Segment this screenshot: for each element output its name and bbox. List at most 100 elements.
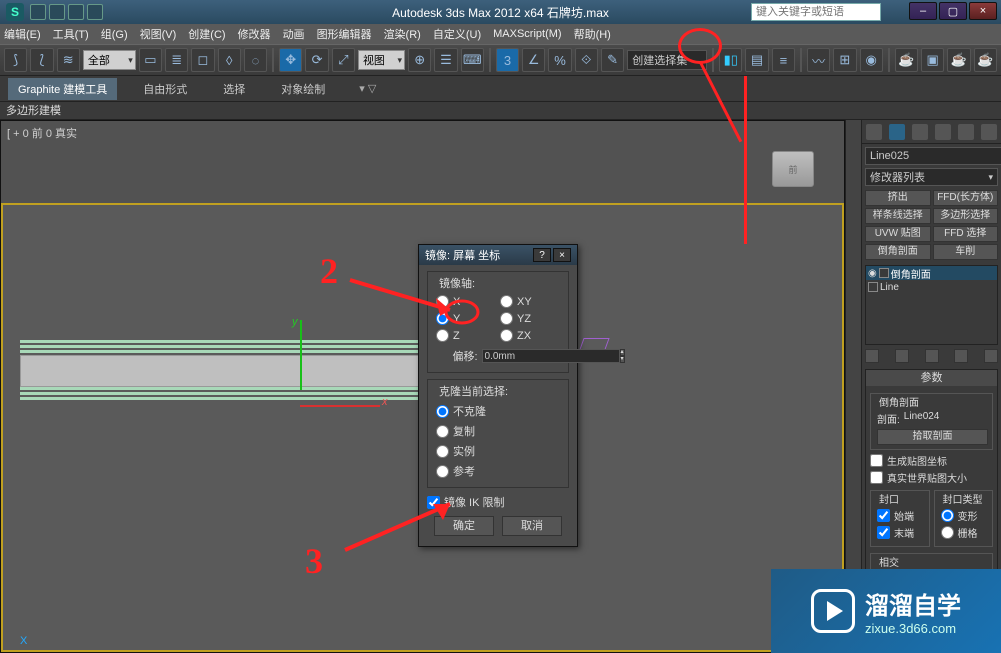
rollout-header[interactable]: 参数 <box>866 370 997 386</box>
select-by-name-icon[interactable]: ≣ <box>165 48 188 72</box>
rotate-icon[interactable]: ⟳ <box>305 48 328 72</box>
mod-btn-poly-sel[interactable]: 多边形选择 <box>933 208 999 224</box>
menu-create[interactable]: 创建(C) <box>188 26 225 42</box>
create-tab-icon[interactable] <box>866 124 882 140</box>
ref-coord-dropdown[interactable]: 视图 <box>358 50 405 70</box>
mirror-ik-checkbox[interactable] <box>427 496 440 509</box>
qat-open-icon[interactable] <box>30 4 46 20</box>
gizmo-y-axis[interactable] <box>300 320 302 390</box>
expand-icon[interactable] <box>868 282 878 292</box>
bulb-icon[interactable]: ◉ <box>868 268 877 279</box>
keyboard-shortcut-icon[interactable]: ⌨ <box>461 48 484 72</box>
qat-undo-icon[interactable] <box>68 4 84 20</box>
axis-zx-radio[interactable] <box>500 329 513 342</box>
rendered-frame-icon[interactable]: ▣ <box>921 48 944 72</box>
modifier-stack[interactable]: ◉ 倒角剖面 Line <box>865 265 998 345</box>
menu-help[interactable]: 帮助(H) <box>574 26 611 42</box>
material-editor-icon[interactable]: ◉ <box>860 48 883 72</box>
menu-animation[interactable]: 动画 <box>283 26 305 42</box>
select-rect-icon[interactable]: ◻ <box>191 48 214 72</box>
tab-graphite[interactable]: Graphite 建模工具 <box>8 78 117 100</box>
menu-graph-editors[interactable]: 图形编辑器 <box>317 26 372 42</box>
cap-grid-radio[interactable] <box>941 526 954 539</box>
mod-btn-spline-sel[interactable]: 样条线选择 <box>865 208 931 224</box>
pick-profile-button[interactable]: 拾取剖面 <box>877 429 988 445</box>
menu-group[interactable]: 组(G) <box>101 26 128 42</box>
pin-stack-icon[interactable] <box>865 349 879 363</box>
menu-views[interactable]: 视图(V) <box>140 26 177 42</box>
maximize-button[interactable]: ▢ <box>939 2 967 20</box>
gen-uv-checkbox[interactable] <box>870 454 883 467</box>
hierarchy-tab-icon[interactable] <box>912 124 928 140</box>
curve-editor-icon[interactable]: 〰 <box>807 48 830 72</box>
minimize-button[interactable]: – <box>909 2 937 20</box>
move-icon[interactable]: ✥ <box>279 48 302 72</box>
schematic-view-icon[interactable]: ⊞ <box>833 48 856 72</box>
modify-tab-icon[interactable] <box>889 124 905 140</box>
scale-icon[interactable]: ⤢ <box>332 48 355 72</box>
selection-filter-dropdown[interactable]: 全部 <box>83 50 136 70</box>
menu-customize[interactable]: 自定义(U) <box>433 26 481 42</box>
mod-btn-uvw-map[interactable]: UVW 贴图 <box>865 226 931 242</box>
use-pivot-icon[interactable]: ⊕ <box>408 48 431 72</box>
select-lasso-icon[interactable]: ◊ <box>218 48 241 72</box>
spinner-down-icon[interactable]: ▾ <box>620 356 625 363</box>
qat-redo-icon[interactable] <box>87 4 103 20</box>
help-search-input[interactable] <box>751 3 881 21</box>
select-object-icon[interactable]: ▭ <box>139 48 162 72</box>
named-selset-input[interactable] <box>627 50 707 70</box>
menu-rendering[interactable]: 渲染(R) <box>384 26 421 42</box>
cap-end-checkbox[interactable] <box>877 526 890 539</box>
render-prod-icon[interactable]: ☕ <box>947 48 970 72</box>
offset-spinner[interactable] <box>482 349 620 363</box>
remove-mod-icon[interactable] <box>954 349 968 363</box>
spinner-snap-icon[interactable]: ⟐ <box>575 48 598 72</box>
layers-icon[interactable]: ≡ <box>772 48 795 72</box>
percent-snap-icon[interactable]: % <box>548 48 571 72</box>
snap-toggle-icon[interactable]: 3 <box>496 48 519 72</box>
menu-tools[interactable]: 工具(T) <box>53 26 89 42</box>
viewport-label[interactable]: [ + 0 前 0 真实 <box>7 125 77 141</box>
mod-btn-lathe[interactable]: 车削 <box>933 244 999 260</box>
unlink-icon[interactable]: ⟅ <box>30 48 53 72</box>
mod-btn-ffd-sel[interactable]: FFD 选择 <box>933 226 999 242</box>
display-tab-icon[interactable] <box>958 124 974 140</box>
menu-edit[interactable]: 编辑(E) <box>4 26 41 42</box>
mod-btn-ffd-box[interactable]: FFD(长方体) <box>933 190 999 206</box>
cap-start-checkbox[interactable] <box>877 509 890 522</box>
mod-btn-extrude[interactable]: 挤出 <box>865 190 931 206</box>
tab-selection[interactable]: 选择 <box>213 78 255 100</box>
real-world-checkbox[interactable] <box>870 471 883 484</box>
clone-none-radio[interactable] <box>436 405 449 418</box>
angle-snap-icon[interactable]: ∠ <box>522 48 545 72</box>
stack-item-bevel-profile[interactable]: ◉ 倒角剖面 <box>866 266 997 280</box>
mirror-icon[interactable]: ▮▯ <box>719 48 742 72</box>
bind-space-warp-icon[interactable]: ≋ <box>57 48 80 72</box>
axis-yz-radio[interactable] <box>500 312 513 325</box>
menu-maxscript[interactable]: MAXScript(M) <box>493 28 561 40</box>
manip-icon[interactable]: ☰ <box>434 48 457 72</box>
make-unique-icon[interactable] <box>925 349 939 363</box>
tab-object-paint[interactable]: 对象绘制 <box>271 78 335 100</box>
render-setup-icon[interactable]: ☕ <box>895 48 918 72</box>
object-name-input[interactable] <box>865 147 1001 165</box>
configure-sets-icon[interactable] <box>984 349 998 363</box>
stack-item-line[interactable]: Line <box>866 280 997 294</box>
align-icon[interactable]: ▤ <box>745 48 768 72</box>
qat-save-icon[interactable] <box>49 4 65 20</box>
close-button[interactable]: × <box>969 2 997 20</box>
axis-x-radio[interactable] <box>436 295 449 308</box>
axis-z-radio[interactable] <box>436 329 449 342</box>
modifier-list-dropdown[interactable]: 修改器列表 <box>865 168 998 186</box>
axis-y-radio[interactable] <box>436 312 449 325</box>
clone-reference-radio[interactable] <box>436 465 449 478</box>
ribbon-expand-icon[interactable]: ▾ ▽ <box>359 82 376 95</box>
view-cube[interactable]: 前 <box>772 151 814 187</box>
clone-instance-radio[interactable] <box>436 445 449 458</box>
spinner-up-icon[interactable]: ▴ <box>620 349 625 356</box>
edit-named-sels-icon[interactable]: ✎ <box>601 48 624 72</box>
menu-modifiers[interactable]: 修改器 <box>238 26 271 42</box>
expand-icon[interactable] <box>879 268 889 278</box>
mod-btn-bevel-profile[interactable]: 倒角剖面 <box>865 244 931 260</box>
show-end-icon[interactable] <box>895 349 909 363</box>
